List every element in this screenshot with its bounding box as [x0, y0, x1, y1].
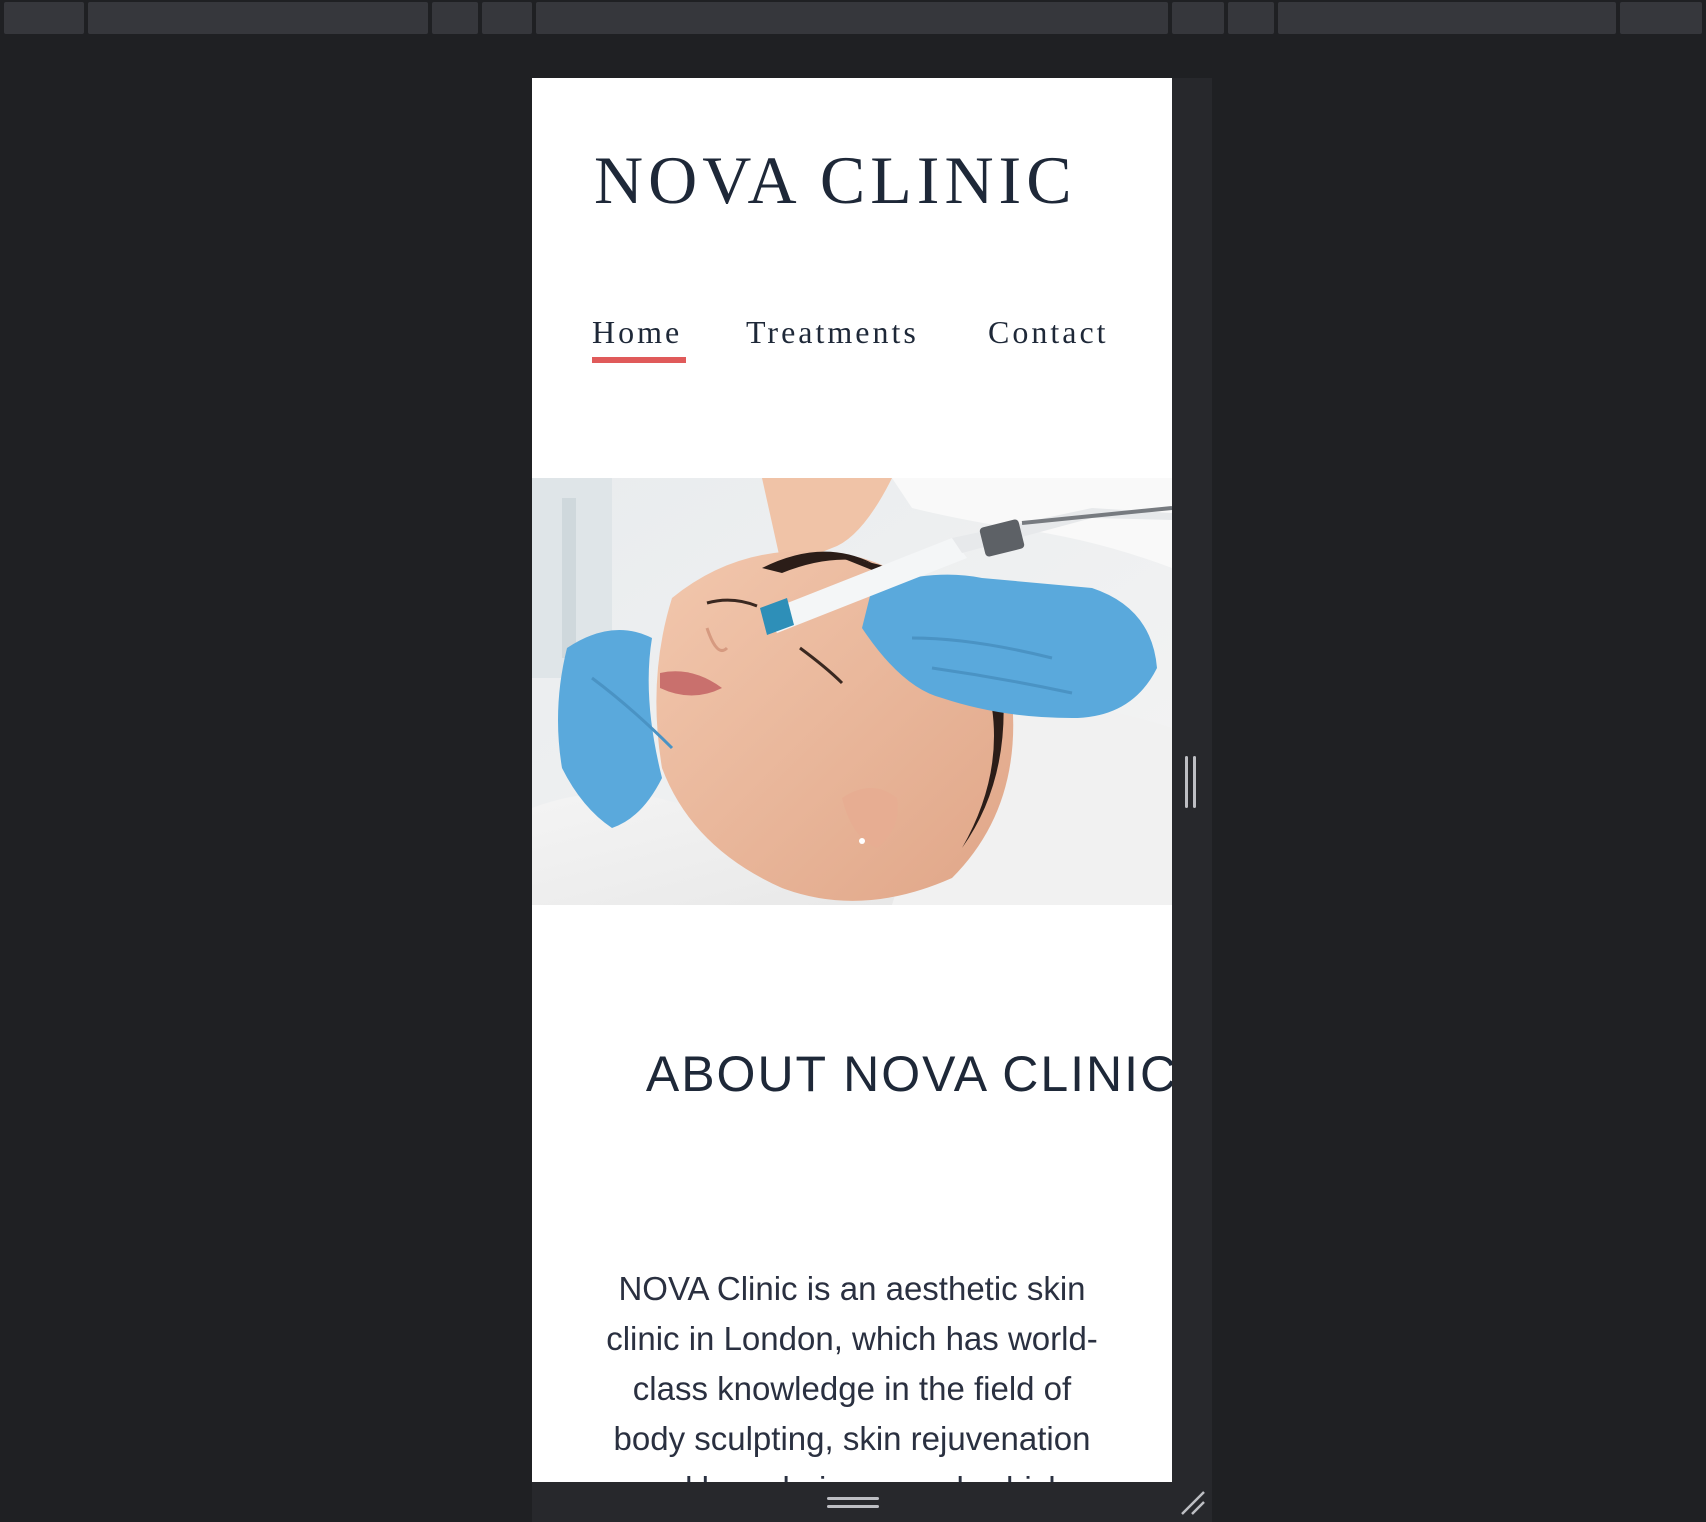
facial-treatment-photo — [532, 478, 1172, 905]
device-toolbar — [0, 0, 1706, 36]
site-logo[interactable]: NOVA CLINIC — [594, 140, 1077, 222]
toolbar-button[interactable] — [1278, 2, 1616, 34]
nav-item-home[interactable]: Home — [592, 314, 687, 363]
drag-handle-horizontal-icon[interactable] — [827, 1497, 879, 1509]
about-heading: ABOUT NOVA CLINIC — [645, 1046, 1172, 1102]
resize-corner-icon[interactable] — [1180, 1490, 1206, 1516]
main-nav: Home Treatments Contact — [592, 314, 1132, 364]
toolbar-url-field[interactable] — [536, 2, 1168, 34]
toolbar-button[interactable] — [1172, 2, 1224, 34]
drag-handle-vertical-icon[interactable] — [1185, 756, 1199, 808]
nav-item-contact[interactable]: Contact — [988, 314, 1109, 351]
toolbar-button[interactable] — [1620, 2, 1702, 34]
nav-item-treatments[interactable]: Treatments — [746, 314, 919, 351]
toolbar-dimensions-field[interactable] — [88, 2, 428, 34]
web-page: NOVA CLINIC Home Treatments Contact ABOU… — [532, 78, 1172, 1482]
about-paragraph: NOVA Clinic is an aesthetic skin clinic … — [606, 1270, 1098, 1482]
toolbar-button[interactable] — [1228, 2, 1274, 34]
hero-image — [532, 478, 1172, 905]
toolbar-button[interactable] — [4, 2, 84, 34]
toolbar-button[interactable] — [432, 2, 478, 34]
toolbar-button[interactable] — [482, 2, 532, 34]
